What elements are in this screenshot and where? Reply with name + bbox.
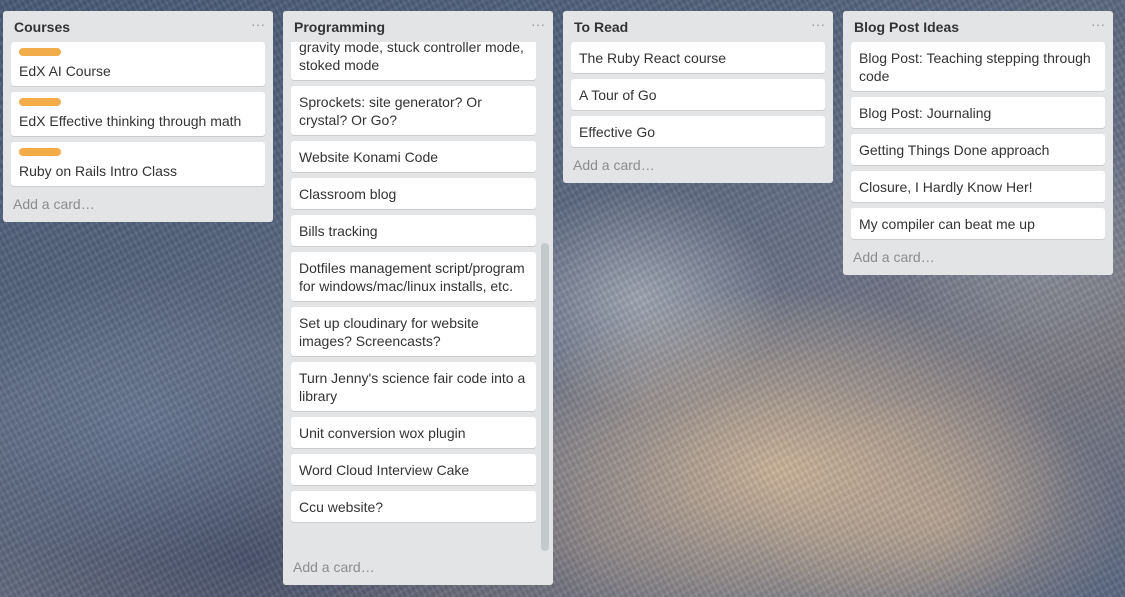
list-header: Programming ···: [283, 11, 553, 42]
card-title: EdX Effective thinking through math: [19, 113, 242, 129]
card-title: Unit conversion wox plugin: [299, 425, 466, 441]
list-header: To Read ···: [563, 11, 833, 42]
list-menu-icon[interactable]: ···: [531, 16, 545, 32]
list-title[interactable]: Programming: [294, 19, 385, 35]
card[interactable]: Effective Go: [571, 116, 825, 147]
list-title[interactable]: Courses: [14, 19, 70, 35]
card[interactable]: Word Cloud Interview Cake: [291, 454, 536, 485]
card[interactable]: The Ruby React course: [571, 42, 825, 73]
card-title: Sprockets: site generator? Or crystal? O…: [299, 94, 482, 128]
card-list: The Ruby React course A Tour of Go Effec…: [563, 42, 833, 147]
card[interactable]: Blog Post: Journaling: [851, 97, 1105, 128]
card[interactable]: Set up cloudinary for website images? Sc…: [291, 307, 536, 356]
add-card-button[interactable]: Add a card…: [563, 153, 833, 183]
list-menu-icon[interactable]: ···: [1091, 16, 1105, 32]
list-courses: Courses ··· EdX AI Course EdX Effective …: [3, 11, 273, 222]
card-title: Turn Jenny's science fair code into a li…: [299, 370, 526, 404]
card-title: Ruby on Rails Intro Class: [19, 163, 177, 179]
card-title: Ccu website?: [299, 499, 384, 515]
list-menu-icon[interactable]: ···: [811, 16, 825, 32]
card[interactable]: My compiler can beat me up: [851, 208, 1105, 239]
list-header: Courses ···: [3, 11, 273, 42]
card[interactable]: gravity mode, stuck controller mode, sto…: [291, 42, 536, 80]
card-title: The Ruby React course: [579, 50, 727, 66]
card[interactable]: A Tour of Go: [571, 79, 825, 110]
card-title: Effective Go: [579, 124, 656, 140]
card[interactable]: Website Konami Code: [291, 141, 536, 172]
card-title: gravity mode, stuck controller mode, sto…: [299, 42, 524, 73]
card[interactable]: Ruby on Rails Intro Class: [11, 142, 265, 186]
card-title: EdX AI Course: [19, 63, 111, 79]
card[interactable]: Bills tracking: [291, 215, 536, 246]
card[interactable]: EdX Effective thinking through math: [11, 92, 265, 136]
card-title: Website Konami Code: [299, 149, 439, 165]
card-title: Word Cloud Interview Cake: [299, 462, 470, 478]
card-title: A Tour of Go: [579, 87, 657, 103]
list-programming: Programming ··· gravity mode, stuck cont…: [283, 11, 553, 585]
card-title: Bills tracking: [299, 223, 378, 239]
card-title: Closure, I Hardly Know Her!: [859, 179, 1033, 195]
orange-label: [19, 148, 61, 156]
card-title: Classroom blog: [299, 186, 397, 202]
list-blog-post-ideas: Blog Post Ideas ··· Blog Post: Teaching …: [843, 11, 1113, 275]
card-title: Dotfiles management script/program for w…: [299, 260, 525, 294]
card[interactable]: Unit conversion wox plugin: [291, 417, 536, 448]
card[interactable]: Sprockets: site generator? Or crystal? O…: [291, 86, 536, 135]
list-title[interactable]: Blog Post Ideas: [854, 19, 959, 35]
card[interactable]: Ccu website?: [291, 491, 536, 522]
card[interactable]: EdX AI Course: [11, 42, 265, 86]
list-header: Blog Post Ideas ···: [843, 11, 1113, 42]
scrollbar-thumb[interactable]: [541, 243, 549, 551]
add-card-button[interactable]: Add a card…: [3, 192, 273, 222]
list-to-read: To Read ··· The Ruby React course A Tour…: [563, 11, 833, 183]
card[interactable]: Classroom blog: [291, 178, 536, 209]
list-title[interactable]: To Read: [574, 19, 628, 35]
card[interactable]: Turn Jenny's science fair code into a li…: [291, 362, 536, 411]
card-title: Blog Post: Journaling: [859, 105, 992, 121]
card-title: Blog Post: Teaching stepping through cod…: [859, 50, 1091, 84]
orange-label: [19, 98, 61, 106]
card[interactable]: Dotfiles management script/program for w…: [291, 252, 536, 301]
card-scroll-area[interactable]: gravity mode, stuck controller mode, sto…: [283, 42, 553, 555]
card[interactable]: Getting Things Done approach: [851, 134, 1105, 165]
card-title: Getting Things Done approach: [859, 142, 1050, 158]
card-title: Set up cloudinary for website images? Sc…: [299, 315, 479, 349]
add-card-button[interactable]: Add a card…: [843, 245, 1113, 275]
list-menu-icon[interactable]: ···: [251, 16, 265, 32]
card-list: gravity mode, stuck controller mode, sto…: [291, 42, 536, 528]
card-list: EdX AI Course EdX Effective thinking thr…: [3, 42, 273, 186]
card[interactable]: Closure, I Hardly Know Her!: [851, 171, 1105, 202]
orange-label: [19, 48, 61, 56]
card-title: My compiler can beat me up: [859, 216, 1035, 232]
card[interactable]: Blog Post: Teaching stepping through cod…: [851, 42, 1105, 91]
add-card-button[interactable]: Add a card…: [283, 555, 553, 585]
card-list: Blog Post: Teaching stepping through cod…: [843, 42, 1113, 239]
